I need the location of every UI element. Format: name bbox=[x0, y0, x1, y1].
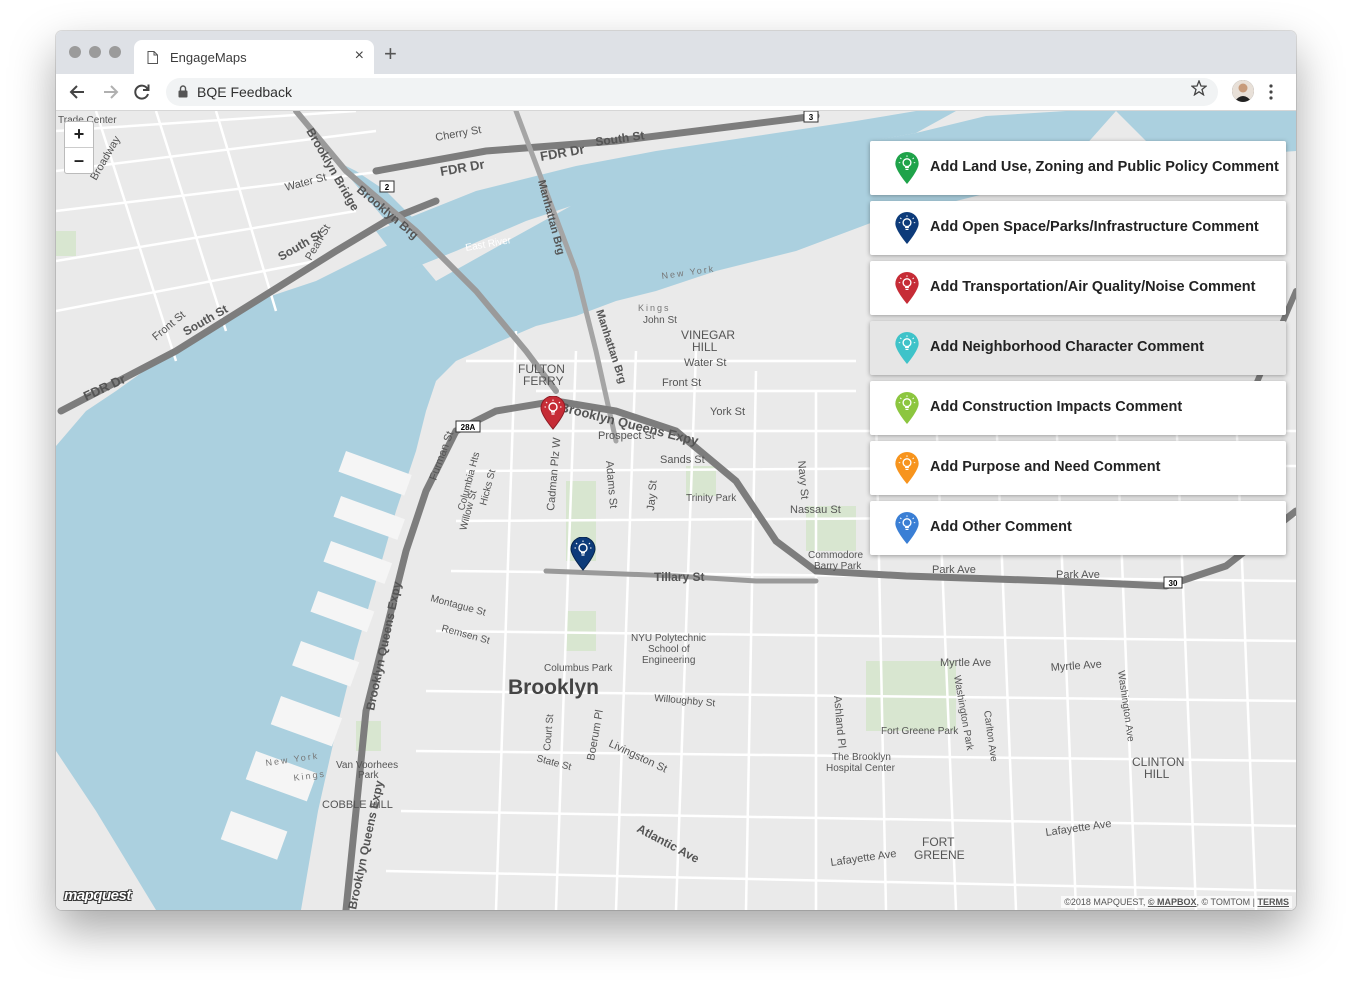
shield-2-label: 2 bbox=[385, 183, 390, 192]
map-label: NYU Polytechnic bbox=[631, 633, 706, 644]
map-label: FERRY bbox=[523, 374, 563, 388]
map-label: Engineering bbox=[642, 655, 695, 666]
map-label: Park bbox=[358, 770, 380, 781]
shield-30-label: 30 bbox=[1169, 579, 1178, 588]
comment-category-panel: Add Land Use, Zoning and Public Policy C… bbox=[870, 141, 1286, 561]
mapbox-link[interactable]: © MAPBOX bbox=[1148, 897, 1197, 907]
mapquest-logo[interactable]: mapquest bbox=[64, 887, 131, 904]
lock-icon bbox=[178, 85, 188, 98]
minimize-window-dot[interactable] bbox=[89, 46, 101, 58]
new-tab-button[interactable]: + bbox=[384, 43, 397, 65]
attribution-tomtom: , © TOMTOM | bbox=[1196, 897, 1258, 907]
lightbulb-pin-icon bbox=[895, 392, 919, 425]
shield-28a-label: 28A bbox=[461, 423, 476, 432]
browser-toolbar: BQE Feedback bbox=[56, 74, 1296, 111]
lightbulb-pin-icon bbox=[895, 452, 919, 485]
terms-link[interactable]: TERMS bbox=[1258, 897, 1290, 907]
add-construction-impacts-comment-button[interactable]: Add Construction Impacts Comment bbox=[870, 381, 1286, 435]
browser-tab[interactable]: EngageMaps × bbox=[134, 40, 374, 74]
profile-avatar[interactable] bbox=[1232, 80, 1254, 102]
lightbulb-pin-icon bbox=[540, 395, 566, 430]
map-label: Water St bbox=[684, 357, 726, 369]
forward-arrow-icon[interactable] bbox=[100, 82, 120, 102]
button-label: Add Open Space/Parks/Infrastructure Comm… bbox=[930, 219, 1259, 235]
tab-bar: EngageMaps × + bbox=[56, 31, 1296, 74]
map-label: Kings bbox=[638, 303, 671, 313]
add-other-comment-button[interactable]: Add Other Comment bbox=[870, 501, 1286, 555]
shield-3-label: 3 bbox=[809, 113, 814, 122]
map-label: GREENE bbox=[914, 848, 965, 862]
map-label: Columbus Park bbox=[544, 663, 613, 674]
map-label: Sands St bbox=[660, 454, 705, 466]
back-arrow-icon[interactable] bbox=[68, 82, 88, 102]
lightbulb-pin-icon bbox=[570, 536, 596, 571]
url-text: BQE Feedback bbox=[197, 84, 292, 100]
map-label: York St bbox=[710, 406, 745, 418]
add-open-space-comment-button[interactable]: Add Open Space/Parks/Infrastructure Comm… bbox=[870, 201, 1286, 255]
close-tab-icon[interactable]: × bbox=[355, 47, 364, 65]
browser-window: EngageMaps × + BQE Feedback 2 3 28A 30 C… bbox=[56, 31, 1296, 910]
map-label: School of bbox=[648, 644, 690, 655]
map-view[interactable]: 2 3 28A 30 Trade Center FDR Dr FDR Dr FD… bbox=[56, 111, 1296, 910]
map-label: Nassau St bbox=[790, 504, 841, 516]
avatar-image bbox=[1232, 80, 1254, 102]
button-label: Add Transportation/Air Quality/Noise Com… bbox=[930, 279, 1256, 295]
map-attribution: ©2018 MAPQUEST, © MAPBOX, © TOMTOM | TER… bbox=[1061, 896, 1292, 908]
address-bar[interactable]: BQE Feedback bbox=[166, 78, 1218, 106]
zoom-out-button[interactable]: – bbox=[65, 148, 93, 173]
map-label: The Brooklyn bbox=[832, 752, 891, 763]
map-label: Hospital Center bbox=[826, 763, 896, 774]
map-label: Barry Park bbox=[814, 561, 862, 572]
close-window-dot[interactable] bbox=[69, 46, 81, 58]
lightbulb-pin-icon bbox=[895, 212, 919, 245]
tab-title: EngageMaps bbox=[170, 50, 247, 65]
button-label: Add Neighborhood Character Comment bbox=[930, 339, 1204, 355]
reload-icon[interactable] bbox=[132, 82, 152, 102]
map-label: Myrtle Ave bbox=[940, 657, 991, 669]
maximize-window-dot[interactable] bbox=[109, 46, 121, 58]
map-label: Park Ave bbox=[932, 564, 976, 576]
map-label: COBBLE HILL bbox=[322, 799, 393, 811]
map-label: Tillary St bbox=[654, 570, 704, 584]
menu-kebab-icon[interactable] bbox=[1268, 82, 1274, 102]
lightbulb-pin-icon bbox=[895, 332, 919, 365]
map-label: John St bbox=[643, 315, 677, 326]
button-label: Add Land Use, Zoning and Public Policy C… bbox=[930, 159, 1279, 175]
map-label: Fort Greene Park bbox=[881, 726, 959, 737]
button-label: Add Other Comment bbox=[930, 519, 1072, 535]
page-icon bbox=[147, 51, 158, 64]
zoom-in-button[interactable]: + bbox=[65, 122, 93, 148]
lightbulb-pin-icon bbox=[895, 512, 919, 545]
button-label: Add Purpose and Need Comment bbox=[930, 459, 1161, 475]
map-marker-open-space[interactable] bbox=[570, 536, 596, 576]
map-label: Park Ave bbox=[1056, 569, 1100, 581]
map-label: HILL bbox=[692, 340, 718, 354]
button-label: Add Construction Impacts Comment bbox=[930, 399, 1183, 415]
bookmark-star-icon[interactable] bbox=[1191, 80, 1207, 96]
map-label: HILL bbox=[1144, 767, 1170, 781]
map-label: Trinity Park bbox=[686, 493, 737, 504]
map-label: Prospect St bbox=[598, 430, 655, 442]
add-neighborhood-character-comment-button[interactable]: Add Neighborhood Character Comment bbox=[870, 321, 1286, 375]
add-transportation-comment-button[interactable]: Add Transportation/Air Quality/Noise Com… bbox=[870, 261, 1286, 315]
map-label: Front St bbox=[662, 377, 701, 389]
map-label: FORT bbox=[922, 835, 955, 849]
map-marker-transportation[interactable] bbox=[540, 395, 566, 435]
zoom-control: + – bbox=[64, 121, 94, 174]
add-purpose-and-need-comment-button[interactable]: Add Purpose and Need Comment bbox=[870, 441, 1286, 495]
add-land-use-comment-button[interactable]: Add Land Use, Zoning and Public Policy C… bbox=[870, 141, 1286, 195]
map-label: Brooklyn bbox=[508, 676, 599, 699]
map-label: Commodore bbox=[808, 550, 863, 561]
lightbulb-pin-icon bbox=[895, 272, 919, 305]
lightbulb-pin-icon bbox=[895, 152, 919, 185]
attribution-copyright: ©2018 MAPQUEST, bbox=[1064, 897, 1148, 907]
